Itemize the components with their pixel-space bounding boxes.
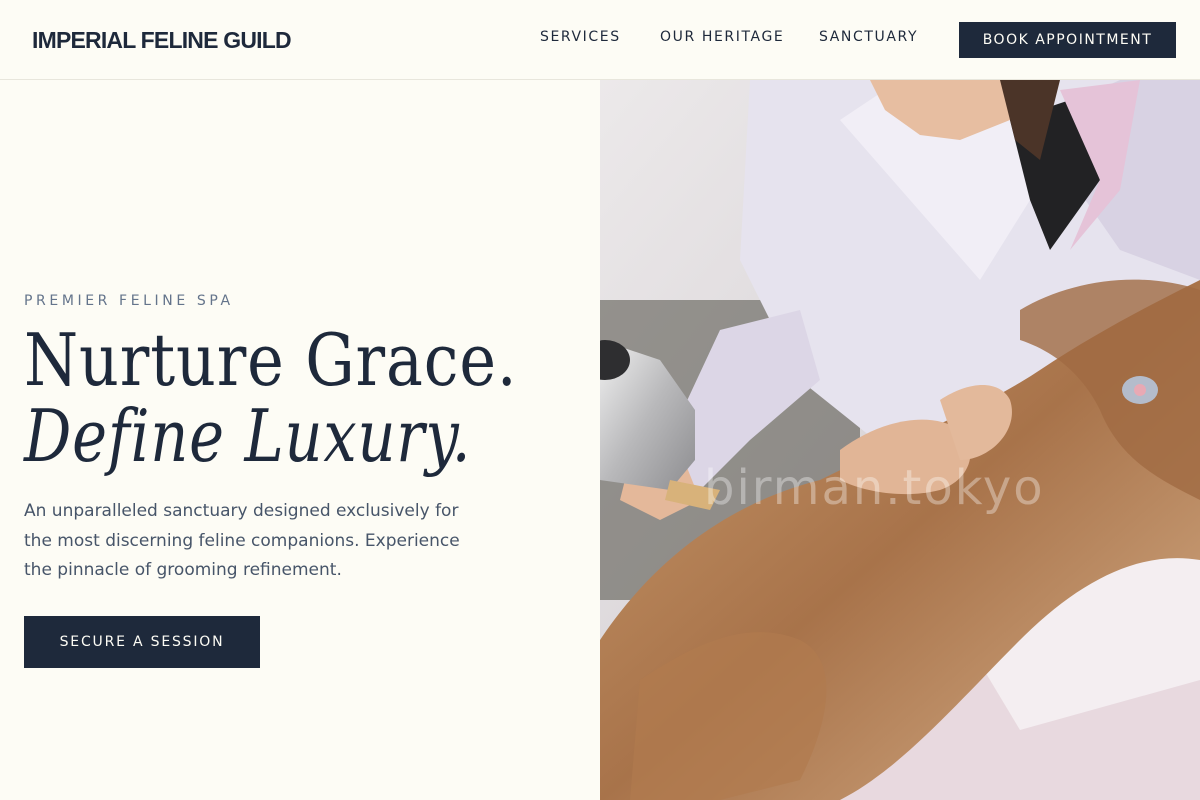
hero-eyebrow: PREMIER FELINE SPA — [24, 293, 234, 309]
hero-headline: Nurture Grace. Define Luxury. — [24, 322, 584, 474]
brand-logo[interactable]: IMPERIAL FELINE GUILD — [32, 27, 292, 54]
nav-link-our-heritage[interactable]: OUR HERITAGE — [660, 29, 784, 45]
book-appointment-button[interactable]: BOOK APPOINTMENT — [959, 22, 1176, 58]
image-watermark: birman.tokyo — [704, 460, 1045, 516]
nav-link-sanctuary[interactable]: SANCTUARY — [819, 29, 918, 45]
site-header: IMPERIAL FELINE GUILD SERVICES OUR HERIT… — [0, 0, 1200, 80]
nav-link-services[interactable]: SERVICES — [540, 29, 621, 45]
hero-image-grooming: birman.tokyo — [600, 80, 1200, 800]
hero-description: An unparalleled sanctuary designed exclu… — [24, 501, 460, 580]
grooming-scene-illustration — [600, 80, 1200, 800]
headline-line-2: Define Luxury. — [24, 394, 472, 478]
headline-line-1: Nurture Grace. — [24, 318, 518, 402]
secure-session-button[interactable]: SECURE A SESSION — [24, 616, 260, 668]
